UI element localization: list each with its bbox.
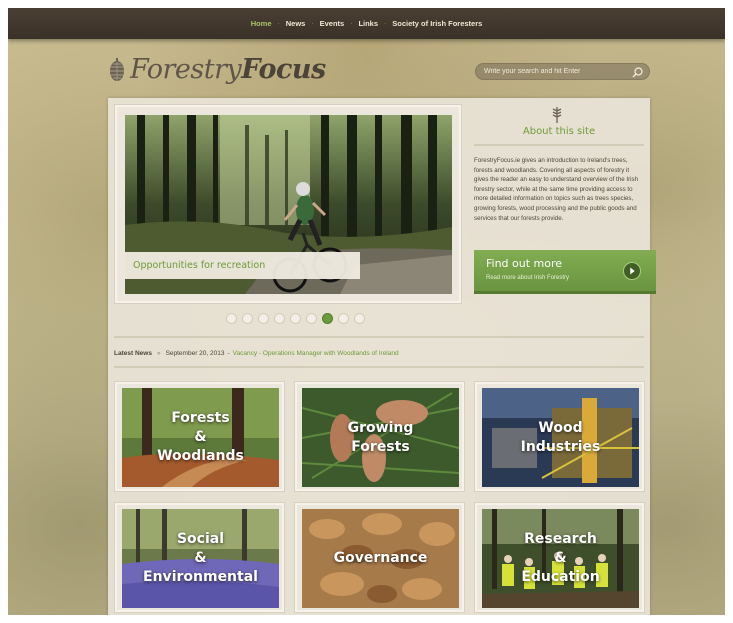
slider-dot[interactable] (354, 313, 365, 324)
nav-item-news[interactable]: News (284, 19, 308, 28)
tile-image: Forests & Woodlands (122, 388, 279, 487)
nav-separator: · (350, 19, 353, 28)
content-panel: Opportunities for recreation About this … (108, 98, 656, 615)
tile-image: Wood Industries (482, 388, 639, 487)
slide-caption[interactable]: Opportunities for recreation (125, 252, 360, 279)
divider (474, 144, 644, 146)
slider-dot[interactable] (306, 313, 317, 324)
nav-item-links[interactable]: Links (356, 19, 380, 28)
slider-pagination (226, 313, 365, 324)
find-out-more-button[interactable]: Find out more Read more about Irish Fore… (474, 250, 656, 294)
logo-part-2: Focus (241, 54, 326, 85)
about-title: About this site (522, 126, 596, 137)
slider-dot[interactable] (274, 313, 285, 324)
feature-slider[interactable]: Opportunities for recreation (114, 104, 462, 304)
find-out-more-title: Find out more (486, 257, 563, 270)
tile-image: Research & Education (482, 509, 639, 608)
chevron-right-icon: » (156, 350, 161, 357)
tile-image: Social & Environmental (122, 509, 279, 608)
divider (114, 366, 644, 368)
leaf-icon (552, 107, 562, 123)
slider-dot[interactable] (338, 313, 349, 324)
nav-item-events[interactable]: Events (318, 19, 347, 28)
tile-image: Growing Forests (302, 388, 459, 487)
divider (114, 336, 644, 338)
about-body: ForestryFocus.ie gives an introduction t… (474, 157, 639, 222)
search-box (475, 63, 650, 80)
search-input[interactable] (484, 68, 624, 75)
tile-wood-industries[interactable]: Wood Industries (474, 381, 645, 492)
tile-label: Social & Environmental (143, 531, 258, 585)
logo-text: ForestryFocus (130, 54, 326, 85)
latest-news-label: Latest News (114, 350, 152, 357)
site-logo[interactable]: ForestryFocus (108, 54, 326, 85)
tile-label: Research & Education (521, 531, 600, 585)
logo-part-1: Forestry (130, 54, 242, 85)
slider-dot[interactable] (258, 313, 269, 324)
news-separator: - (227, 350, 230, 357)
page-frame: Home · News · Events · Links · Society o… (8, 8, 725, 615)
tile-growing-forests[interactable]: Growing Forests (294, 381, 465, 492)
latest-news-bar: Latest News » September 20, 2013 - Vacan… (114, 350, 399, 357)
tile-forests-woodlands[interactable]: Forests & Woodlands (114, 381, 285, 492)
nav-item-home[interactable]: Home (249, 19, 274, 28)
nav-item-society-of-irish-foresters[interactable]: Society of Irish Foresters (390, 19, 484, 28)
tile-image: Governance (302, 509, 459, 608)
news-date: September 20, 2013 (165, 350, 225, 357)
pine-cone-icon (110, 57, 124, 81)
nav-separator: · (311, 19, 314, 28)
find-out-more-subtitle: Read more about Irish Forestry (486, 275, 570, 281)
slider-dot[interactable] (290, 313, 301, 324)
nav-separator: · (277, 19, 280, 28)
slider-dot[interactable] (226, 313, 237, 324)
tile-research-education[interactable]: Research & Education (474, 502, 645, 613)
tile-label: Wood Industries (520, 419, 601, 455)
search-icon[interactable] (632, 67, 643, 78)
slider-dot[interactable] (242, 313, 253, 324)
tile-label: Growing Forests (347, 419, 414, 455)
tile-label: Forests & Woodlands (157, 410, 244, 464)
top-navigation: Home · News · Events · Links · Society o… (8, 8, 725, 39)
nav-separator: · (384, 19, 387, 28)
slider-dot-active[interactable] (322, 313, 333, 324)
tile-label: Governance (333, 550, 428, 566)
tile-governance[interactable]: Governance (294, 502, 465, 613)
news-headline-link[interactable]: Vacancy - Operations Manager with Woodla… (233, 350, 399, 357)
arrow-right-icon (623, 262, 641, 280)
tile-social-environmental[interactable]: Social & Environmental (114, 502, 285, 613)
